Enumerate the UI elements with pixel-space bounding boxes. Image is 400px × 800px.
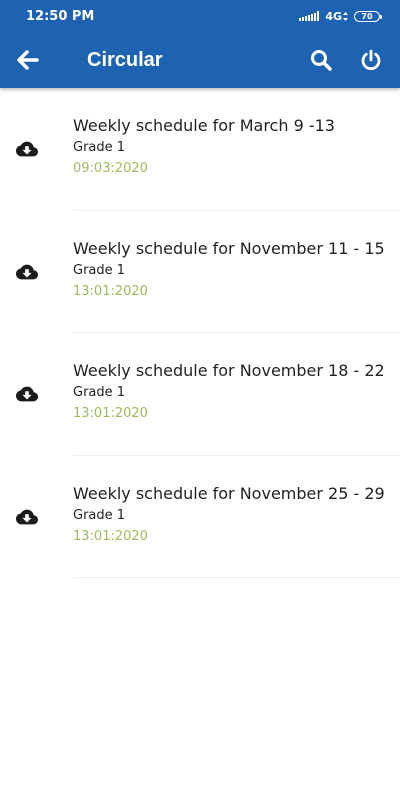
cloud-download-icon	[16, 141, 38, 157]
signal-icon	[299, 11, 320, 21]
status-indicators: 4G 70	[299, 10, 382, 23]
search-icon	[311, 50, 332, 71]
network-indicator: 4G	[325, 10, 348, 23]
circular-list: Weekly schedule for March 9 -13 Grade 1 …	[0, 88, 400, 578]
download-button[interactable]	[16, 261, 38, 283]
app-root: 12:50 PM 4G 70 Circular Weekly schedule …	[0, 0, 400, 800]
back-button[interactable]	[15, 47, 41, 73]
page-title: Circular	[87, 48, 163, 71]
item-grade: Grade 1	[73, 385, 126, 400]
item-date: 13:01:2020	[73, 528, 148, 544]
cloud-download-icon	[16, 386, 38, 402]
item-grade: Grade 1	[73, 262, 126, 278]
item-title: Weekly schedule for November 25 - 29	[73, 483, 385, 503]
cloud-download-icon	[16, 264, 38, 279]
download-button[interactable]	[16, 383, 38, 405]
list-item[interactable]: Weekly schedule for November 18 - 22 Gra…	[0, 333, 400, 456]
item-title: Weekly schedule for November 18 - 22	[73, 361, 385, 380]
toolbar-actions	[308, 47, 384, 73]
item-content: Weekly schedule for November 25 - 29 Gra…	[73, 484, 400, 544]
top-bar: 12:50 PM 4G 70 Circular	[0, 0, 400, 88]
list-item[interactable]: Weekly schedule for November 11 - 15 Gra…	[0, 211, 400, 333]
status-time: 12:50 PM	[26, 8, 95, 24]
power-icon	[361, 49, 381, 71]
network-type: 4G	[325, 9, 342, 23]
item-grade: Grade 1	[73, 507, 126, 523]
divider	[73, 577, 400, 578]
item-date: 09:03:2020	[73, 161, 148, 176]
status-bar: 12:50 PM 4G 70	[0, 0, 400, 32]
download-button[interactable]	[16, 506, 38, 528]
cloud-download-icon	[16, 509, 38, 524]
download-button[interactable]	[16, 138, 38, 160]
item-content: Weekly schedule for March 9 -13 Grade 1 …	[73, 116, 400, 176]
power-button[interactable]	[358, 47, 384, 73]
item-title: Weekly schedule for March 9 -13	[73, 116, 335, 135]
data-arrows-icon	[343, 11, 348, 21]
item-date: 13:01:2020	[73, 406, 148, 421]
toolbar: Circular	[0, 32, 400, 88]
list-item[interactable]: Weekly schedule for March 9 -13 Grade 1 …	[0, 88, 400, 211]
item-content: Weekly schedule for November 18 - 22 Gra…	[73, 361, 400, 421]
item-title: Weekly schedule for November 11 - 15	[73, 238, 385, 258]
item-date: 13:01:2020	[73, 283, 148, 299]
list-item[interactable]: Weekly schedule for November 25 - 29 Gra…	[0, 456, 400, 578]
battery-level: 70	[361, 11, 373, 21]
arrow-left-icon	[17, 50, 39, 70]
battery-icon: 70	[354, 10, 382, 22]
item-grade: Grade 1	[73, 140, 126, 155]
item-content: Weekly schedule for November 11 - 15 Gra…	[73, 239, 400, 299]
search-button[interactable]	[308, 47, 334, 73]
